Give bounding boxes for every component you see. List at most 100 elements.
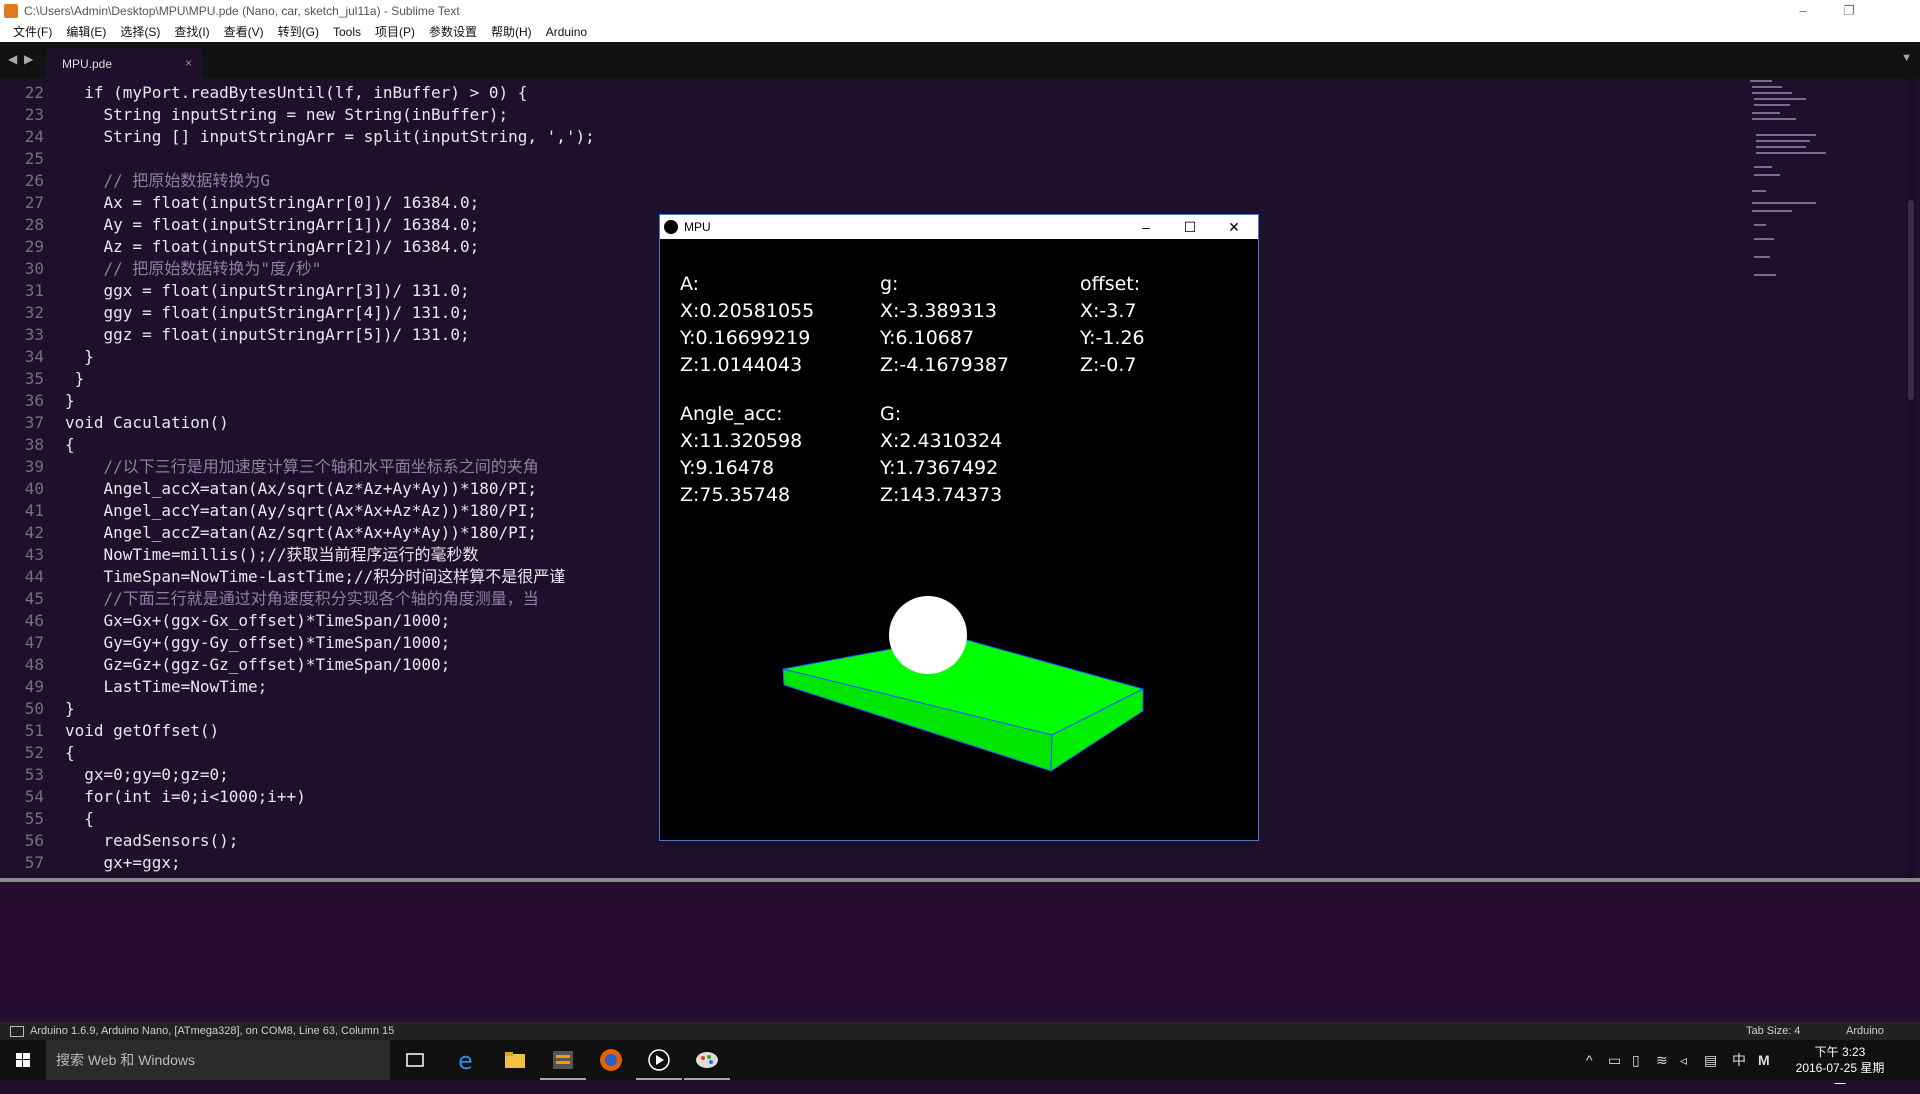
line-code: //以下三行是用加速度计算三个轴和水平面坐标系之间的夹角 xyxy=(65,457,539,476)
line-number: 41 xyxy=(24,501,44,520)
menu-item-6[interactable]: Tools xyxy=(326,22,368,42)
tab-nav-right-icon[interactable]: ▶ xyxy=(24,52,33,66)
line-code: Angel_accZ=atan(Az/sqrt(Ax*Ax+Ay*Ay))*18… xyxy=(65,523,538,542)
file-explorer-icon[interactable] xyxy=(492,1040,538,1080)
line-number: 51 xyxy=(24,721,44,740)
editor-scrollbar-thumb[interactable] xyxy=(1908,200,1914,400)
line-number: 49 xyxy=(24,677,44,696)
line-code: ggy = float(inputStringArr[4])/ 131.0; xyxy=(65,303,470,322)
code-line[interactable]: 57 gx+=ggx; xyxy=(0,852,1750,874)
line-number: 30 xyxy=(24,259,44,278)
tab-mpu-pde[interactable]: MPU.pde × xyxy=(46,48,202,78)
line-code: Ax = float(inputStringArr[0])/ 16384.0; xyxy=(65,193,480,212)
code-line[interactable]: 26 // 把原始数据转换为G xyxy=(0,170,1750,192)
line-code: ggx = float(inputStringArr[3])/ 131.0; xyxy=(65,281,470,300)
clock[interactable]: 下午 3:23 2016-07-25 星期一 xyxy=(1795,1044,1885,1092)
tab-nav-left-icon[interactable]: ◀ xyxy=(8,52,17,66)
task-view-icon[interactable] xyxy=(392,1040,438,1080)
line-number: 23 xyxy=(24,105,44,124)
edge-browser-icon[interactable]: e xyxy=(444,1040,490,1080)
menu-item-0[interactable]: 文件(F) xyxy=(6,22,59,42)
line-code: // 把原始数据转换为"度/秒" xyxy=(65,259,322,278)
line-code: void getOffset() xyxy=(65,721,220,740)
line-number: 52 xyxy=(24,743,44,762)
menu-item-4[interactable]: 查看(V) xyxy=(217,22,271,42)
line-code: Angel_accX=atan(Ax/sqrt(Az*Az+Ay*Ay))*18… xyxy=(65,479,538,498)
clock-date: 2016-07-25 星期一 xyxy=(1795,1061,1885,1091)
menu-item-3[interactable]: 查找(I) xyxy=(167,22,216,42)
line-number: 45 xyxy=(24,589,44,608)
tab-size-indicator[interactable]: Tab Size: 4 xyxy=(1746,1022,1800,1040)
maximize-button[interactable]: ❐ xyxy=(1826,0,1872,22)
line-code: // 把原始数据转换为G xyxy=(65,171,271,190)
mpu-minimize-button[interactable]: – xyxy=(1124,215,1168,239)
tab-close-icon[interactable]: × xyxy=(185,56,192,70)
line-number: 57 xyxy=(24,853,44,872)
chevron-up-icon[interactable]: ^ xyxy=(1586,1040,1593,1080)
line-code: Gx=Gx+(ggx-Gx_offset)*TimeSpan/1000; xyxy=(65,611,451,630)
line-number: 28 xyxy=(24,215,44,234)
line-number: 39 xyxy=(24,457,44,476)
battery-icon[interactable]: ▯ xyxy=(1632,1040,1640,1080)
mpu-close-button[interactable]: ✕ xyxy=(1212,215,1256,239)
ime-mode-indicator[interactable]: M xyxy=(1758,1040,1770,1080)
line-number: 46 xyxy=(24,611,44,630)
line-code: Angel_accY=atan(Ay/sqrt(Ax*Ax+Az*Az))*18… xyxy=(65,501,538,520)
window-titlebar: C:\Users\Admin\Desktop\MPU\MPU.pde (Nano… xyxy=(0,0,1920,22)
mpu-maximize-button[interactable]: ☐ xyxy=(1168,215,1212,239)
menu-item-5[interactable]: 转到(G) xyxy=(271,22,326,42)
code-line[interactable]: 23 String inputString = new String(inBuf… xyxy=(0,104,1750,126)
syntax-indicator[interactable]: Arduino xyxy=(1846,1022,1884,1040)
sublime-app-icon xyxy=(4,4,18,18)
line-number: 33 xyxy=(24,325,44,344)
code-line[interactable]: 22 if (myPort.readBytesUntil(lf, inBuffe… xyxy=(0,82,1750,104)
status-bar: Arduino 1.6.9, Arduino Nano, [ATmega328]… xyxy=(0,1022,1920,1040)
code-line[interactable]: 27 Ax = float(inputStringArr[0])/ 16384.… xyxy=(0,192,1750,214)
code-line[interactable]: 24 String [] inputStringArr = split(inpu… xyxy=(0,126,1750,148)
menu-item-10[interactable]: Arduino xyxy=(539,22,594,42)
close-button[interactable] xyxy=(1872,0,1918,22)
processing-app-taskbar-icon[interactable] xyxy=(636,1040,682,1080)
line-code: } xyxy=(65,369,85,388)
line-number: 36 xyxy=(24,391,44,410)
line-code: { xyxy=(65,743,75,762)
menu-item-9[interactable]: 帮助(H) xyxy=(484,22,539,42)
menu-item-2[interactable]: 选择(S) xyxy=(113,22,167,42)
mpu-window-title: MPU xyxy=(684,220,711,234)
start-button[interactable] xyxy=(0,1040,46,1080)
mpu-titlebar: MPU – ☐ ✕ xyxy=(660,215,1258,239)
code-line[interactable]: 25 xyxy=(0,148,1750,170)
minimap[interactable] xyxy=(1750,78,1830,298)
wifi-icon[interactable]: ≋ xyxy=(1656,1040,1668,1080)
menu-item-7[interactable]: 项目(P) xyxy=(368,22,422,42)
line-number: 35 xyxy=(24,369,44,388)
menu-item-1[interactable]: 编辑(E) xyxy=(59,22,113,42)
mpu-window: MPU – ☐ ✕ A: X:0.20581055 Y:0.16699219 Z… xyxy=(659,214,1259,841)
ime-indicator[interactable]: 中 xyxy=(1732,1040,1746,1080)
volume-mute-icon[interactable]: ◃ xyxy=(1680,1040,1687,1080)
line-code: } xyxy=(65,347,94,366)
taskbar-search[interactable]: 搜索 Web 和 Windows xyxy=(46,1040,390,1080)
menu-item-8[interactable]: 参数设置 xyxy=(422,22,484,42)
editor-scrollbar-track[interactable] xyxy=(1906,78,1916,878)
line-code: String inputString = new String(inBuffer… xyxy=(65,105,509,124)
line-code: String [] inputStringArr = split(inputSt… xyxy=(65,127,595,146)
line-code: readSensors(); xyxy=(65,831,239,850)
line-number: 47 xyxy=(24,633,44,652)
tab-dropdown-icon[interactable]: ▼ xyxy=(1901,52,1912,64)
windows-logo-icon xyxy=(16,1053,30,1067)
firefox-icon[interactable] xyxy=(588,1040,634,1080)
orientation-render xyxy=(782,596,1145,772)
panel-toggle-icon[interactable] xyxy=(10,1026,24,1037)
line-number: 42 xyxy=(24,523,44,542)
notification-icon[interactable]: ▤ xyxy=(1704,1040,1717,1080)
line-code: { xyxy=(65,809,94,828)
minimize-button[interactable]: – xyxy=(1780,0,1826,22)
line-number: 40 xyxy=(24,479,44,498)
line-code: Gz=Gz+(ggz-Gz_offset)*TimeSpan/1000; xyxy=(65,655,451,674)
line-number: 48 xyxy=(24,655,44,674)
network-icon[interactable]: ▭ xyxy=(1608,1040,1621,1080)
paint-app-icon[interactable] xyxy=(684,1040,730,1080)
sublime-text-icon[interactable] xyxy=(540,1040,586,1080)
tab-strip: ◀ ▶ MPU.pde × ▼ xyxy=(0,42,1920,78)
